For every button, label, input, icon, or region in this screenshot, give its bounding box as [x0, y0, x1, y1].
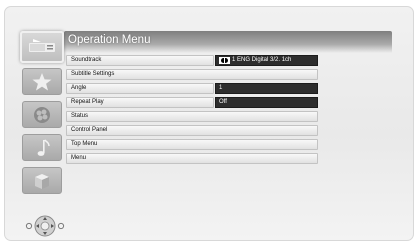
sidebar-item-video[interactable]: [20, 31, 64, 63]
menu-item-label: Status: [71, 113, 89, 119]
menu-item-control-panel[interactable]: Control Panel: [66, 125, 318, 136]
video-icon: [29, 39, 55, 52]
menu-item-soundtrack[interactable]: Soundtrack: [66, 55, 214, 66]
soundtrack-value: 1 ENG Digital 3/2. 1ch: [215, 55, 318, 66]
menu-item-label: Subtitle Settings: [71, 71, 115, 77]
menu-item-label: Control Panel: [71, 127, 108, 133]
box-icon: [35, 173, 49, 189]
menu-item-angle[interactable]: Angle: [66, 83, 214, 94]
dpad-navigation-icon: [25, 215, 65, 237]
menu-item-label: Angle: [71, 85, 87, 91]
menu-item-subtitle-settings[interactable]: Subtitle Settings: [66, 69, 318, 80]
menu-title: Operation Menu: [68, 34, 151, 46]
sidebar-item-photo[interactable]: [22, 101, 62, 128]
menu-item-top-menu[interactable]: Top Menu: [66, 139, 318, 150]
menu-item-label: Top Menu: [71, 141, 98, 147]
repeat-play-value: Off: [215, 97, 318, 108]
menu-item-label: Menu: [71, 155, 87, 161]
angle-value: 1: [215, 83, 318, 94]
menu-item-label: Soundtrack: [71, 57, 102, 63]
sidebar-item-music[interactable]: [22, 134, 62, 161]
menu-item-menu[interactable]: Menu: [66, 153, 318, 164]
soundtrack-value-text: 1 ENG Digital 3/2. 1ch: [232, 57, 292, 63]
menu-item-repeat-play[interactable]: Repeat Play: [66, 97, 214, 108]
sidebar-item-favorites[interactable]: [22, 68, 62, 95]
angle-value-text: 1: [219, 85, 223, 91]
star-icon: [32, 72, 52, 90]
menu-item-label: Repeat Play: [71, 99, 104, 105]
music-icon: [37, 138, 50, 156]
photo-icon: [34, 106, 50, 123]
repeat-play-value-text: Off: [219, 99, 227, 105]
menu-item-status[interactable]: Status: [66, 111, 318, 122]
dolby-icon: [219, 57, 230, 64]
sidebar-item-other[interactable]: [22, 167, 62, 194]
operation-menu-screen: Operation Menu Soundtrack 1 ENG Digital …: [4, 6, 414, 241]
